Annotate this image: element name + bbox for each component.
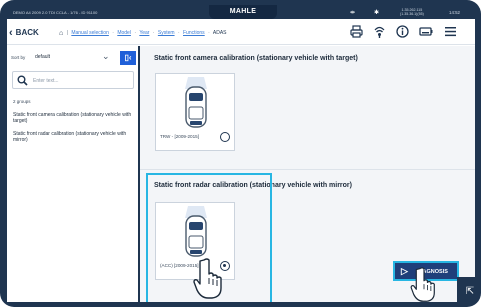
main-content: Static front camera calibration (station… [140, 46, 475, 302]
chevron-down-icon[interactable]: ⌄ [102, 51, 110, 62]
card-caption: TRW - [2009-2015] [160, 134, 199, 139]
search-icon [17, 73, 28, 89]
ip-address: 1.35.262.115 (1.35.36.1)(55) [400, 8, 424, 16]
sidebar-item-radar-calibration[interactable]: Static front radar calibration (stationa… [13, 131, 133, 143]
pointer-hand-icon [410, 267, 435, 302]
breadcrumb-system[interactable]: System [158, 30, 175, 36]
radio-button[interactable] [220, 132, 230, 142]
app-screen: DEMO A4 2009 2.0 TDI CCLA - 1/76 - ID 91… [7, 5, 475, 302]
home-icon[interactable]: ⌂ [59, 30, 63, 37]
sidebar-item-camera-calibration[interactable]: Static front camera calibration (station… [13, 112, 133, 124]
sidebar: Sort by default ⌄ ▯‹ Enter text... 2 gro… [7, 46, 140, 302]
breadcrumb-current: ADAS [212, 30, 227, 36]
calibration-card-camera[interactable]: TRW - [2009-2015] [155, 73, 235, 151]
info-icon[interactable] [396, 25, 409, 41]
menu-icon[interactable] [444, 25, 457, 41]
status-bar: DEMO A4 2009 2.0 TDI CCLA - 1/76 - ID 91… [7, 5, 475, 19]
back-button[interactable]: ‹ BACK [9, 26, 39, 39]
play-icon: ▷ [401, 266, 408, 276]
breadcrumb-functions[interactable]: Functions [183, 30, 205, 36]
sort-label: Sort by [11, 55, 26, 60]
search-input[interactable]: Enter text... [33, 78, 59, 84]
chevron-left-icon: ‹ [9, 27, 13, 39]
sort-select[interactable]: default [35, 54, 50, 60]
divider [140, 169, 475, 170]
section-title-camera: Static front camera calibration (station… [154, 55, 358, 62]
sort-row: Sort by default ⌄ ▯‹ [7, 50, 140, 66]
collapse-sidebar-button[interactable]: ▯‹ [120, 51, 136, 65]
printer-icon[interactable] [350, 25, 363, 41]
signal-icon[interactable] [373, 25, 386, 41]
breadcrumb-year[interactable]: Year [139, 30, 149, 36]
clock: 14:52 [449, 10, 460, 15]
nav-bar: ‹ BACK ⌂ | Manual selection · Model · Yea… [7, 19, 475, 45]
car-top-view-icon [185, 77, 207, 128]
breadcrumb: ⌂ | Manual selection · Model · Year · Sy… [59, 30, 227, 37]
brand-logo: MAHLE [229, 8, 257, 15]
battery-icon[interactable] [419, 25, 433, 41]
expand-corner-icon[interactable]: ⇱ [457, 277, 475, 302]
vehicle-info: DEMO A4 2009 2.0 TDI CCLA - 1/76 - ID 91… [13, 10, 98, 15]
brand-tab: MAHLE [209, 5, 277, 19]
breadcrumb-manual-selection[interactable]: Manual selection [71, 30, 109, 36]
connection-icon: ⇹ [350, 10, 356, 16]
breadcrumb-model[interactable]: Model [117, 30, 131, 36]
groups-count: 2 groups [13, 99, 31, 104]
bluetooth-icon: ✱ [374, 10, 380, 16]
pointer-hand-icon [193, 258, 222, 299]
search-field[interactable]: Enter text... [12, 71, 134, 89]
